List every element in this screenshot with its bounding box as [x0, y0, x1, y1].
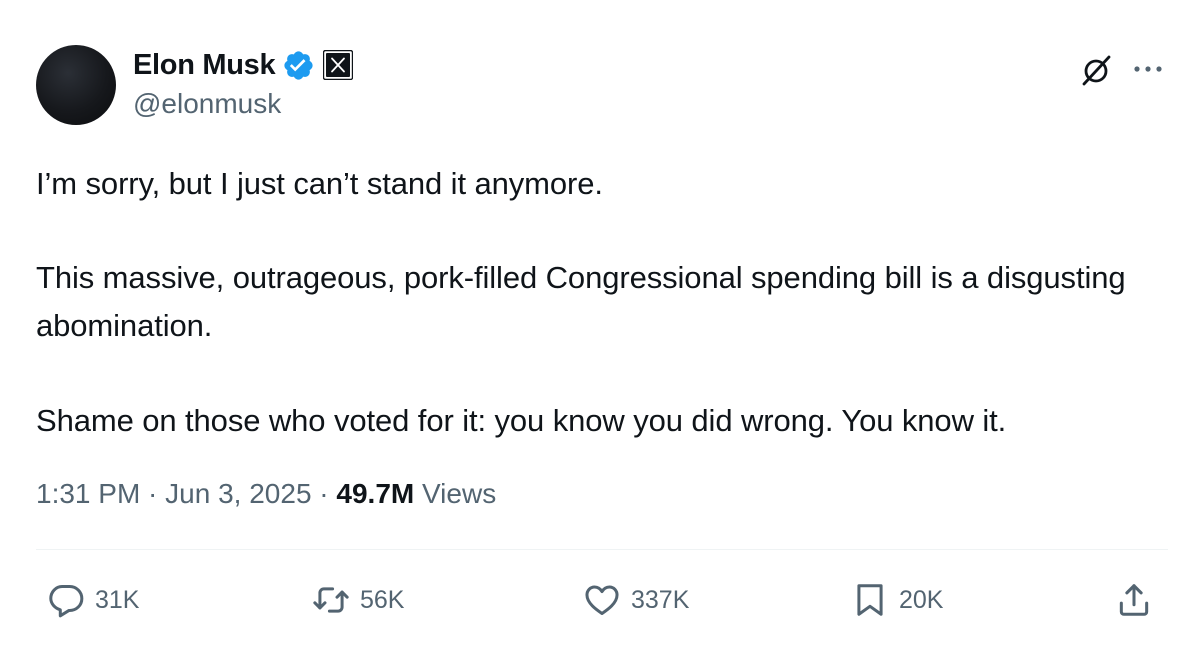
- tweet-time[interactable]: 1:31 PM: [36, 478, 140, 509]
- bookmark-count: 20K: [899, 585, 944, 614]
- tweet-text-paragraph: I’m sorry, but I just can’t stand it any…: [36, 166, 603, 201]
- heart-icon: [583, 581, 621, 619]
- author-display-name[interactable]: Elon Musk: [133, 49, 276, 82]
- meta-separator: ·: [140, 478, 166, 509]
- reply-count: 31K: [95, 585, 140, 614]
- avatar[interactable]: [36, 45, 116, 125]
- tweet-card: Elon Musk @elonmusk I’m sorry, but I jus…: [0, 0, 1184, 658]
- like-button[interactable]: 337K: [583, 578, 689, 622]
- bookmark-button[interactable]: 20K: [851, 578, 943, 622]
- share-icon: [1115, 581, 1153, 619]
- share-button[interactable]: [1115, 578, 1153, 622]
- repost-button[interactable]: 56K: [312, 578, 404, 622]
- tweet-date[interactable]: Jun 3, 2025: [165, 478, 311, 509]
- reply-icon: [47, 581, 85, 619]
- tweet-text-paragraph: This massive, outrageous, pork-filled Co…: [36, 260, 1126, 343]
- author-name-row: Elon Musk: [133, 46, 354, 84]
- more-options-icon[interactable]: [1130, 56, 1166, 82]
- grok-icon[interactable]: [1078, 52, 1114, 88]
- x-logo-icon[interactable]: [323, 49, 354, 81]
- tweet-meta: 1:31 PM · Jun 3, 2025 · 49.7M Views: [36, 478, 496, 510]
- bookmark-icon: [851, 581, 889, 619]
- meta-separator: ·: [311, 478, 337, 509]
- divider: [36, 549, 1168, 550]
- repost-icon: [312, 581, 350, 619]
- repost-count: 56K: [360, 585, 405, 614]
- reply-button[interactable]: 31K: [47, 578, 139, 622]
- views-count[interactable]: 49.7M: [336, 478, 414, 509]
- verified-badge-icon[interactable]: [282, 49, 315, 82]
- tweet-text-paragraph: Shame on those who voted for it: you kno…: [36, 403, 1007, 438]
- like-count: 337K: [631, 585, 690, 614]
- author-handle[interactable]: @elonmusk: [133, 88, 281, 120]
- views-label: Views: [414, 478, 497, 509]
